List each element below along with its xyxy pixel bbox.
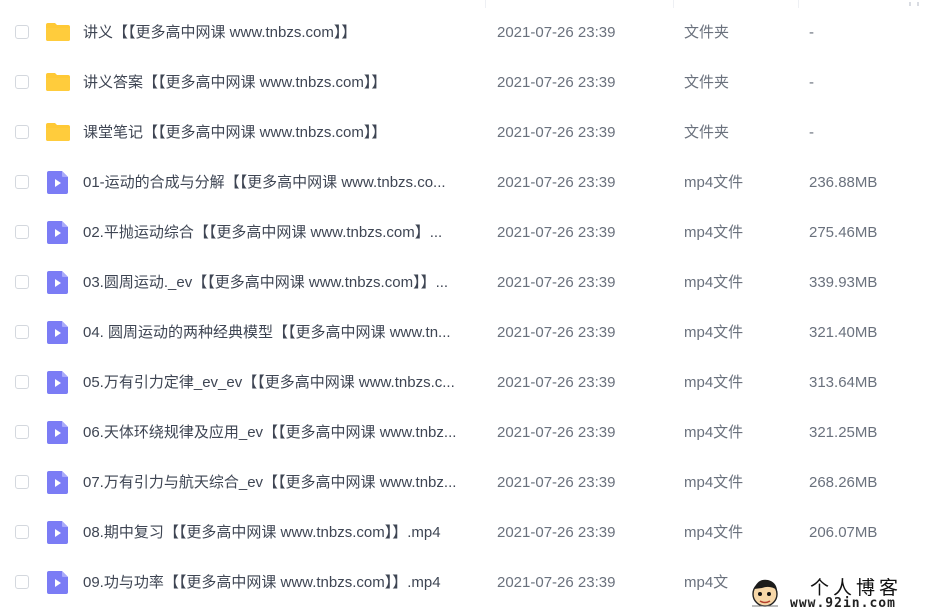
list-item[interactable]: 08.期中复习【【更多高中网课 www.tnbzs.com】】.mp4 2021… [0, 508, 939, 558]
file-name[interactable]: 04. 圆周运动的两种经典模型【【更多高中网课 www.tn... [83, 323, 475, 343]
row-checkbox[interactable] [15, 275, 29, 289]
file-name[interactable]: 05.万有引力定律_ev_ev【【更多高中网课 www.tnbzs.c... [83, 373, 475, 393]
list-item[interactable]: 讲义答案【【更多高中网课 www.tnbzs.com】】 2021-07-26 … [0, 58, 939, 108]
modified-date: 2021-07-26 23:39 [497, 474, 616, 491]
file-size: 339.93MB [809, 274, 878, 291]
file-size: - [809, 24, 814, 41]
file-size: 321.40MB [809, 324, 878, 341]
mascot-icon [750, 575, 780, 609]
video-file-icon [45, 269, 71, 295]
row-checkbox[interactable] [15, 525, 29, 539]
file-name[interactable]: 09.功与功率【【更多高中网课 www.tnbzs.com】】.mp4 [83, 573, 475, 593]
file-type: mp4文 [684, 574, 729, 591]
watermark-url: www.92in.com [790, 596, 896, 611]
row-checkbox[interactable] [15, 425, 29, 439]
row-checkbox[interactable] [15, 175, 29, 189]
row-checkbox[interactable] [15, 575, 29, 589]
video-file-icon [45, 469, 71, 495]
list-item[interactable]: 05.万有引力定律_ev_ev【【更多高中网课 www.tnbzs.c... 2… [0, 358, 939, 408]
modified-date: 2021-07-26 23:39 [497, 74, 616, 91]
column-divider [485, 0, 486, 8]
row-checkbox[interactable] [15, 375, 29, 389]
row-checkbox[interactable] [15, 475, 29, 489]
folder-icon [45, 119, 71, 145]
video-file-icon [45, 169, 71, 195]
file-type: mp4文件 [684, 474, 744, 491]
modified-date: 2021-07-26 23:39 [497, 224, 616, 241]
list-item[interactable]: 07.万有引力与航天综合_ev【【更多高中网课 www.tnbz... 2021… [0, 458, 939, 508]
file-type: mp4文件 [684, 174, 744, 191]
list-item[interactable]: 讲义【【更多高中网课 www.tnbzs.com】】 2021-07-26 23… [0, 8, 939, 58]
file-size: 313.64MB [809, 374, 878, 391]
video-file-icon [45, 569, 71, 595]
row-checkbox[interactable] [15, 225, 29, 239]
file-type: mp4文件 [684, 274, 744, 291]
column-divider [673, 0, 674, 8]
file-size: 268.26MB [809, 474, 878, 491]
list-item[interactable]: 04. 圆周运动的两种经典模型【【更多高中网课 www.tn... 2021-0… [0, 308, 939, 358]
row-checkbox[interactable] [15, 325, 29, 339]
modified-date: 2021-07-26 23:39 [497, 324, 616, 341]
file-name[interactable]: 03.圆周运动._ev【【更多高中网课 www.tnbzs.com】】... [83, 273, 475, 293]
row-checkbox[interactable] [15, 125, 29, 139]
file-size: 236.88MB [809, 174, 878, 191]
column-divider [798, 0, 799, 8]
file-type: 文件夹 [684, 24, 730, 41]
row-checkbox[interactable] [15, 75, 29, 89]
file-name[interactable]: 06.天体环绕规律及应用_ev【【更多高中网课 www.tnbz... [83, 423, 475, 443]
list-item[interactable]: 02.平抛运动综合【【更多高中网课 www.tnbzs.com】... 2021… [0, 208, 939, 258]
file-type: 文件夹 [684, 74, 730, 91]
folder-icon [45, 19, 71, 45]
modified-date: 2021-07-26 23:39 [497, 24, 616, 41]
file-size: - [809, 124, 814, 141]
watermark: 个人博客 www.92in.com [748, 572, 933, 614]
modified-date: 2021-07-26 23:39 [497, 124, 616, 141]
resize-handle-icon[interactable] [909, 2, 919, 6]
video-file-icon [45, 519, 71, 545]
file-name[interactable]: 讲义【【更多高中网课 www.tnbzs.com】】 [83, 23, 475, 43]
file-name[interactable]: 讲义答案【【更多高中网课 www.tnbzs.com】】 [83, 73, 475, 93]
modified-date: 2021-07-26 23:39 [497, 574, 616, 591]
file-type: mp4文件 [684, 524, 744, 541]
file-size: 321.25MB [809, 424, 878, 441]
modified-date: 2021-07-26 23:39 [497, 374, 616, 391]
video-file-icon [45, 369, 71, 395]
file-type: mp4文件 [684, 324, 744, 341]
file-name[interactable]: 02.平抛运动综合【【更多高中网课 www.tnbzs.com】... [83, 223, 475, 243]
row-checkbox[interactable] [15, 25, 29, 39]
file-size: - [809, 74, 814, 91]
file-size: 275.46MB [809, 224, 878, 241]
file-name[interactable]: 07.万有引力与航天综合_ev【【更多高中网课 www.tnbz... [83, 473, 475, 493]
file-type: mp4文件 [684, 374, 744, 391]
file-list: 讲义【【更多高中网课 www.tnbzs.com】】 2021-07-26 23… [0, 0, 939, 616]
video-file-icon [45, 419, 71, 445]
file-type: 文件夹 [684, 124, 730, 141]
list-item[interactable]: 03.圆周运动._ev【【更多高中网课 www.tnbzs.com】】... 2… [0, 258, 939, 308]
modified-date: 2021-07-26 23:39 [497, 524, 616, 541]
file-name[interactable]: 08.期中复习【【更多高中网课 www.tnbzs.com】】.mp4 [83, 523, 475, 543]
list-item[interactable]: 课堂笔记【【更多高中网课 www.tnbzs.com】】 2021-07-26 … [0, 108, 939, 158]
modified-date: 2021-07-26 23:39 [497, 274, 616, 291]
file-type: mp4文件 [684, 424, 744, 441]
list-item[interactable]: 06.天体环绕规律及应用_ev【【更多高中网课 www.tnbz... 2021… [0, 408, 939, 458]
file-type: mp4文件 [684, 224, 744, 241]
folder-icon [45, 69, 71, 95]
modified-date: 2021-07-26 23:39 [497, 174, 616, 191]
list-item[interactable]: 01-运动的合成与分解【【更多高中网课 www.tnbzs.co... 2021… [0, 158, 939, 208]
file-name[interactable]: 课堂笔记【【更多高中网课 www.tnbzs.com】】 [83, 123, 475, 143]
video-file-icon [45, 219, 71, 245]
modified-date: 2021-07-26 23:39 [497, 424, 616, 441]
file-size: 206.07MB [809, 524, 878, 541]
video-file-icon [45, 319, 71, 345]
file-name[interactable]: 01-运动的合成与分解【【更多高中网课 www.tnbzs.co... [83, 173, 475, 193]
